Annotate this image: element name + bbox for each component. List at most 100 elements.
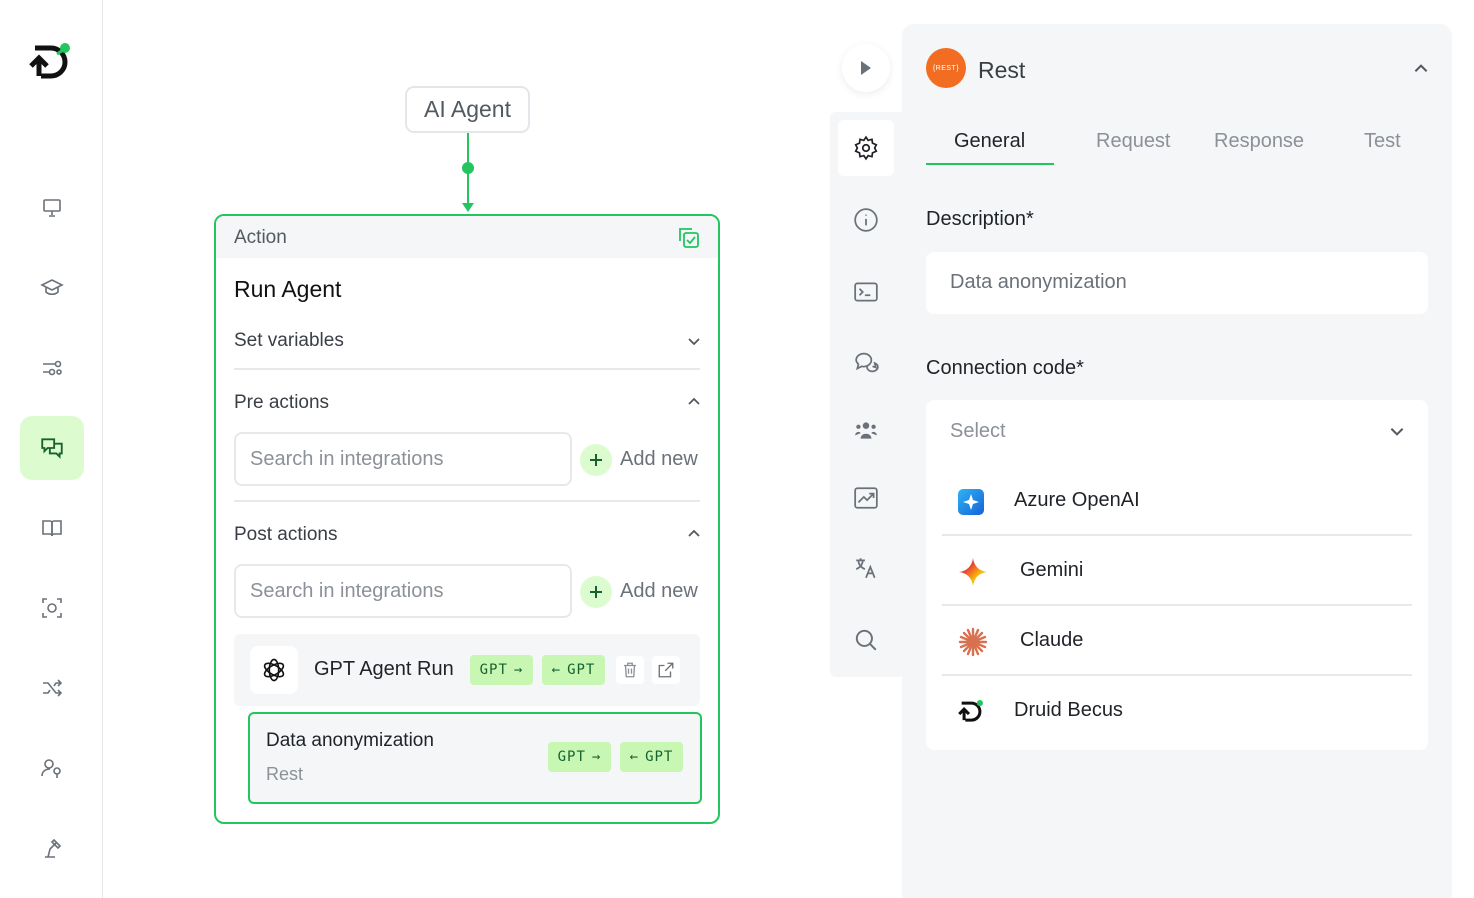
post-actions-add-button[interactable] — [580, 576, 612, 608]
arrow-left-icon: ← — [629, 749, 640, 765]
delete-button[interactable] — [616, 656, 644, 684]
chat-bubbles-icon — [41, 438, 63, 459]
rail-item-settings-tools[interactable] — [20, 816, 84, 880]
tab-request[interactable]: Request — [1096, 130, 1171, 153]
external-link-icon — [658, 662, 674, 678]
connection-option-azure-openai[interactable]: Azure OpenAI — [942, 466, 1412, 536]
tool-terminal[interactable] — [838, 264, 894, 320]
set-variables-label[interactable]: Set variables — [234, 330, 344, 352]
rail-item-integrations[interactable] — [20, 656, 84, 720]
rail-item-connections[interactable] — [20, 336, 84, 400]
rail-item-user-access[interactable] — [20, 736, 84, 800]
tool-settings[interactable] — [838, 120, 894, 176]
description-label: Description* — [926, 208, 1034, 230]
post-actions-add-label[interactable]: Add new — [620, 580, 698, 603]
team-icon — [855, 422, 877, 439]
connection-option-claude[interactable]: Claude — [942, 606, 1412, 676]
tool-chat[interactable] — [838, 334, 894, 390]
trash-icon — [624, 662, 636, 678]
tab-test[interactable]: Test — [1364, 130, 1401, 153]
rail-item-conversations[interactable] — [20, 416, 84, 480]
connection-option-gemini[interactable]: Gemini — [942, 536, 1412, 606]
gpt-in-tag-label: GPT — [645, 749, 674, 765]
action-card-title: Run Agent — [234, 276, 342, 302]
info-icon — [854, 208, 878, 232]
gpt-in-tag: ← GPT — [620, 742, 683, 772]
panel-title: Rest — [978, 57, 1026, 83]
chart-line-icon — [854, 487, 878, 509]
chevron-down-icon[interactable] — [686, 333, 702, 349]
copy-check-icon[interactable] — [677, 226, 701, 250]
gpt-out-tag: GPT → — [548, 742, 611, 772]
chat-icon — [855, 352, 879, 373]
tool-search[interactable] — [838, 612, 894, 668]
connection-code-select[interactable]: Select Azure OpenAI Gemini Claude Druid … — [926, 400, 1428, 750]
pre-actions-label[interactable]: Pre actions — [234, 392, 329, 414]
tab-general[interactable]: General — [954, 130, 1025, 153]
gear-icon — [854, 135, 878, 161]
arrow-right-icon: → — [513, 662, 524, 678]
ai-agent-node[interactable]: AI Agent — [405, 86, 530, 133]
rail-item-presentation[interactable] — [20, 176, 84, 240]
connector-dot[interactable] — [462, 162, 474, 174]
rail-item-knowledge[interactable] — [20, 496, 84, 560]
post-actions-search-input[interactable]: Search in integrations — [234, 564, 572, 618]
option-label: Gemini — [1020, 559, 1084, 581]
option-label: Druid Becus — [1014, 699, 1123, 721]
terminal-icon — [854, 282, 878, 302]
collapse-panel-icon[interactable] — [1412, 60, 1430, 78]
description-field[interactable]: Data anonymization — [926, 252, 1428, 314]
gpt-in-tag-label: GPT — [567, 662, 596, 678]
option-label: Claude — [1020, 629, 1084, 651]
presentation-icon — [43, 199, 61, 217]
pre-actions-add-button[interactable] — [580, 444, 612, 476]
tool-team[interactable] — [838, 402, 894, 458]
translate-icon — [855, 558, 876, 579]
connection-select-placeholder[interactable]: Select — [950, 420, 1006, 443]
user-key-icon — [41, 759, 61, 778]
claude-icon — [958, 627, 988, 657]
pre-actions-add-label[interactable]: Add new — [620, 448, 698, 471]
connection-code-label: Connection code* — [926, 357, 1084, 379]
rest-logo-icon: {REST} — [926, 48, 966, 88]
plus-icon — [590, 454, 602, 466]
search-icon — [855, 629, 877, 651]
left-nav-rail — [0, 0, 103, 898]
gpt-agent-run-row[interactable]: GPT Agent Run GPT → ← GPT — [234, 634, 700, 706]
tab-response[interactable]: Response — [1214, 130, 1304, 153]
active-tab-indicator — [926, 163, 1054, 165]
gpt-out-tag-label: GPT — [557, 749, 586, 765]
rest-badge-text: {REST} — [932, 64, 960, 72]
tool-analytics[interactable] — [838, 470, 894, 526]
open-external-button[interactable] — [652, 656, 680, 684]
description-value: Data anonymization — [950, 271, 1127, 293]
tool-info[interactable] — [838, 192, 894, 248]
rail-item-learning[interactable] — [20, 256, 84, 320]
pre-actions-search-input[interactable]: Search in integrations — [234, 432, 572, 486]
chevron-up-icon[interactable] — [686, 526, 702, 542]
gpt-agent-run-title: GPT Agent Run — [314, 658, 454, 680]
panel-tool-strip — [830, 112, 902, 677]
chevron-down-icon[interactable] — [1388, 422, 1406, 440]
action-card[interactable]: Action Run Agent Set variables Pre actio… — [214, 214, 720, 824]
gpt-in-tag: ← GPT — [542, 655, 605, 685]
chevron-up-icon[interactable] — [686, 394, 702, 410]
graduation-cap-icon — [40, 279, 64, 296]
desk-lamp-icon — [45, 838, 62, 858]
expand-panel-button[interactable] — [842, 44, 890, 92]
openai-icon — [250, 646, 298, 694]
action-card-header-label: Action — [234, 227, 287, 248]
option-label: Azure OpenAI — [1014, 489, 1140, 511]
druid-logo-icon[interactable] — [29, 40, 75, 82]
rail-item-scan[interactable] — [20, 576, 84, 640]
post-actions-label[interactable]: Post actions — [234, 524, 338, 546]
arrow-right-icon: → — [591, 749, 602, 765]
shuffle-icon — [43, 679, 63, 697]
gpt-out-tag: GPT → — [470, 655, 533, 685]
tool-translate[interactable] — [838, 540, 894, 596]
data-card-title: Data anonymization — [266, 730, 434, 751]
properties-panel: {REST} Rest General Request Response Tes… — [902, 24, 1452, 898]
data-anonymization-card[interactable]: Data anonymization Rest GPT → ← GPT — [248, 712, 702, 804]
connection-option-druid-becus[interactable]: Druid Becus — [942, 676, 1412, 746]
gpt-out-tag-label: GPT — [479, 662, 508, 678]
